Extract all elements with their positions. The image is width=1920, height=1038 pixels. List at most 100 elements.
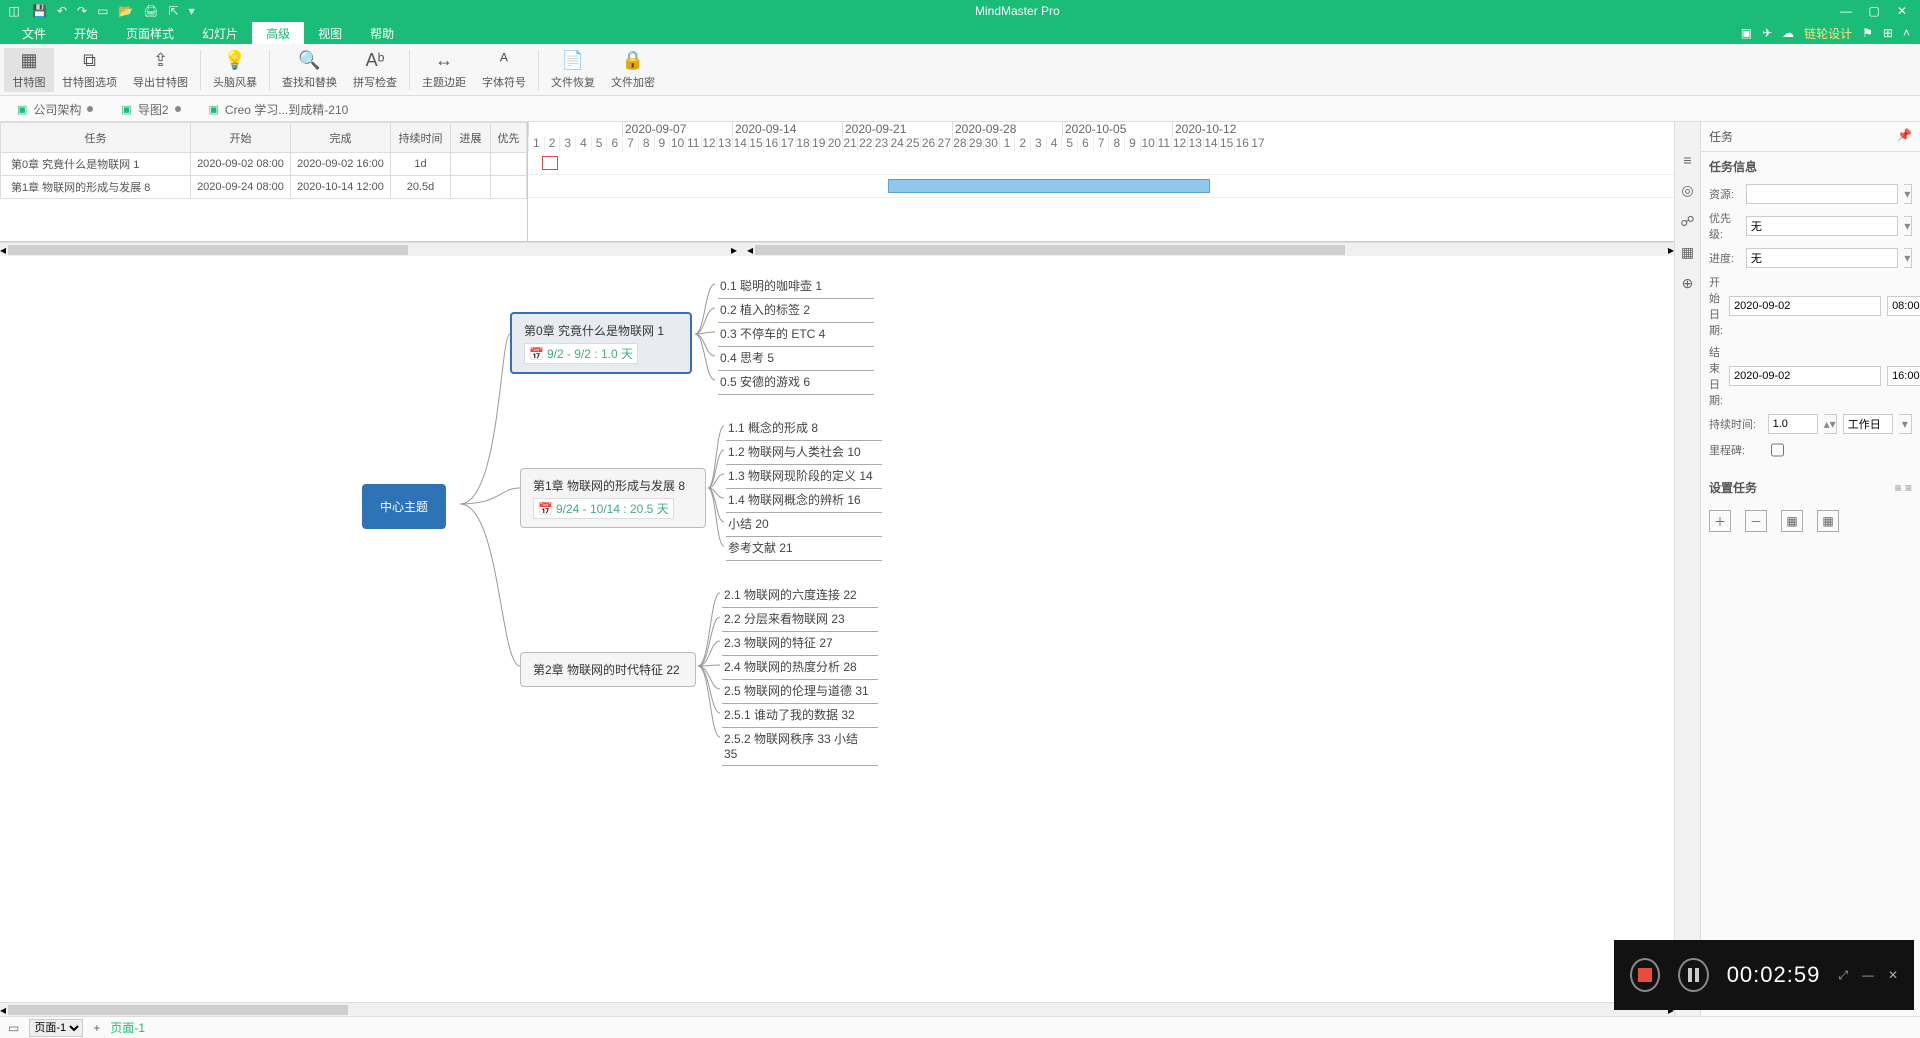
ribbon-file-recover-button[interactable]: 📄文件恢复 <box>543 48 603 92</box>
design-link[interactable]: 链轮设计 <box>1804 25 1852 42</box>
rec-min-icon[interactable]: — <box>1862 968 1874 983</box>
leaf-node[interactable]: 0.5 安德的游戏 6 <box>718 370 868 393</box>
link-icon[interactable]: ☍ <box>1680 213 1694 230</box>
mindmap-canvas[interactable]: 中心主题 第0章 究竟什么是物联网 1 📅9/2 - 9/2 : 1.0 天 0… <box>0 256 1674 1002</box>
col-end[interactable]: 完成 <box>291 123 391 153</box>
remove-task-icon[interactable]: － <box>1745 510 1767 532</box>
pages-icon[interactable]: ▭ <box>8 1021 19 1035</box>
ribbon-export-gantt-button[interactable]: ⇪导出甘特图 <box>125 48 196 92</box>
menu-view[interactable]: 视图 <box>304 22 356 44</box>
end-time-input[interactable] <box>1887 366 1920 386</box>
leaf-node[interactable]: 1.2 物联网与人类社会 10 <box>726 440 876 463</box>
duration-unit[interactable] <box>1843 414 1893 434</box>
bookmark-icon[interactable]: ⚑ <box>1862 26 1873 40</box>
leaf-node[interactable]: 1.3 物联网现阶段的定义 14 <box>726 464 876 487</box>
branch-1[interactable]: 第1章 物联网的形成与发展 8 📅9/24 - 10/14 : 20.5 天 <box>520 468 706 528</box>
dropdown-icon[interactable]: ▾ <box>1904 248 1912 268</box>
duration-input[interactable] <box>1768 414 1818 434</box>
qat-open-icon[interactable]: 📂 <box>118 4 133 18</box>
ribbon-brainstorm-button[interactable]: 💡头脑风暴 <box>205 48 265 92</box>
maximize-icon[interactable]: ▢ <box>1868 4 1880 18</box>
dropdown-icon[interactable]: ▾ <box>1899 414 1912 434</box>
gantt-chart[interactable]: 2020-09-072020-09-142020-09-212020-09-28… <box>528 122 1674 241</box>
grid1-icon[interactable]: ▦ <box>1781 510 1803 532</box>
leaf-node[interactable]: 1.4 物联网概念的辨析 16 <box>726 488 876 511</box>
add-page-button[interactable]: + <box>93 1021 100 1035</box>
cloud-icon[interactable]: ☁ <box>1782 26 1794 40</box>
end-date-input[interactable] <box>1729 366 1881 386</box>
qat-save-icon[interactable]: 💾 <box>32 4 47 18</box>
progress-input[interactable] <box>1746 248 1898 268</box>
start-date-input[interactable] <box>1729 296 1881 316</box>
col-pri[interactable]: 优先 <box>491 123 527 153</box>
canvas-hscroll[interactable]: ◂▸ <box>0 1002 1674 1016</box>
leaf-node[interactable]: 2.5.2 物联网秩序 33 小结 35 <box>722 727 872 764</box>
dropdown-icon[interactable]: ▾ <box>1904 184 1912 204</box>
pin-icon[interactable]: 📌 <box>1897 128 1912 145</box>
ribbon-spellcheck-button[interactable]: Aᵇ拼写检查 <box>345 48 405 92</box>
menu-slideshow[interactable]: 幻灯片 <box>188 22 252 44</box>
leaf-node[interactable]: 2.2 分层来看物联网 23 <box>722 607 872 630</box>
menu-advanced[interactable]: 高级 <box>252 22 304 44</box>
leaf-node[interactable]: 1.1 概念的形成 8 <box>726 416 876 439</box>
add-panel-icon[interactable]: ⊕ <box>1682 275 1694 292</box>
leaf-node[interactable]: 参考文献 21 <box>726 536 876 559</box>
col-dur[interactable]: 持续时间 <box>391 123 451 153</box>
menu-pagestyle[interactable]: 页面样式 <box>112 22 188 44</box>
col-start[interactable]: 开始 <box>191 123 291 153</box>
branch-2[interactable]: 第2章 物联网的时代特征 22 <box>520 652 696 687</box>
tab-map2[interactable]: ▣导图2 <box>110 97 191 121</box>
close-icon[interactable]: ✕ <box>1896 4 1908 18</box>
qat-print-icon[interactable]: 🖨 <box>143 4 158 18</box>
gantt-scroll[interactable]: ◂▸ ◂▸ <box>0 242 1674 256</box>
leaf-node[interactable]: 2.4 物联网的热度分析 28 <box>722 655 872 678</box>
stepper-icon[interactable]: ▴▾ <box>1824 414 1837 434</box>
list-icon[interactable]: ≡ <box>1683 152 1691 168</box>
leaf-node[interactable]: 0.1 聪明的咖啡壶 1 <box>718 274 868 297</box>
resource-input[interactable] <box>1746 184 1898 204</box>
ribbon-find-button[interactable]: 🔍查找和替换 <box>274 48 345 92</box>
qat-undo-icon[interactable]: ↶ <box>57 4 67 18</box>
popout-icon[interactable]: ⤢ <box>1838 968 1848 983</box>
table-row[interactable]: 第1章 物联网的形成与发展 8 2020-09-24 08:00 2020-10… <box>1 176 527 199</box>
leaf-node[interactable]: 小结 20 <box>726 512 876 535</box>
leaf-node[interactable]: 0.3 不停车的 ETC 4 <box>718 322 868 345</box>
collapse-icon[interactable]: ≡ <box>1905 481 1912 495</box>
leaf-node[interactable]: 0.4 思考 5 <box>718 346 868 369</box>
rec-close-icon[interactable]: ✕ <box>1888 968 1898 983</box>
leaf-node[interactable]: 2.1 物联网的六度连接 22 <box>722 583 872 606</box>
priority-input[interactable] <box>1746 216 1898 236</box>
pause-button[interactable] <box>1678 958 1708 992</box>
dropdown-icon[interactable]: ▾ <box>1904 216 1912 236</box>
ribbon-gantt-options-button[interactable]: ⧉甘特图选项 <box>54 48 125 92</box>
calendar-panel-icon[interactable]: ▦ <box>1681 244 1694 261</box>
tab-company[interactable]: ▣公司架构 <box>6 97 104 121</box>
grid-icon[interactable]: ⊞ <box>1883 26 1893 40</box>
ribbon-topic-margin-button[interactable]: ↔主题边距 <box>414 48 474 92</box>
branch-0[interactable]: 第0章 究竟什么是物联网 1 📅9/2 - 9/2 : 1.0 天 <box>510 312 692 374</box>
minimize-icon[interactable]: — <box>1840 4 1852 18</box>
col-task[interactable]: 任务 <box>1 123 191 153</box>
grid2-icon[interactable]: ▦ <box>1817 510 1839 532</box>
page-name[interactable]: 页面-1 <box>110 1019 145 1036</box>
leaf-node[interactable]: 2.5 物联网的伦理与道德 31 <box>722 679 872 702</box>
start-time-input[interactable] <box>1887 296 1920 316</box>
share-icon[interactable]: ✈ <box>1762 26 1772 40</box>
add-task-icon[interactable]: ＋ <box>1709 510 1731 532</box>
tab-creo[interactable]: ▣Creo 学习...到成精-210 <box>198 97 360 121</box>
ribbon-gantt-button[interactable]: ▦甘特图 <box>4 48 54 92</box>
qat-redo-icon[interactable]: ↷ <box>77 4 87 18</box>
ribbon-font-symbol-button[interactable]: ᴬ字体符号 <box>474 48 534 92</box>
center-topic[interactable]: 中心主题 <box>362 484 446 529</box>
ribbon-file-encrypt-button[interactable]: 🔒文件加密 <box>603 48 663 92</box>
contact-icon[interactable]: ▣ <box>1741 26 1752 40</box>
menu-start[interactable]: 开始 <box>60 22 112 44</box>
gantt-bar-1[interactable] <box>888 179 1210 193</box>
expand-icon[interactable]: ≡ <box>1895 481 1902 495</box>
menu-file[interactable]: 文件 <box>8 22 60 44</box>
menu-help[interactable]: 帮助 <box>356 22 408 44</box>
record-button[interactable] <box>1630 958 1660 992</box>
col-prog[interactable]: 进展 <box>451 123 491 153</box>
target-icon[interactable]: ◎ <box>1681 182 1693 199</box>
leaf-node[interactable]: 0.2 植入的标签 2 <box>718 298 868 321</box>
